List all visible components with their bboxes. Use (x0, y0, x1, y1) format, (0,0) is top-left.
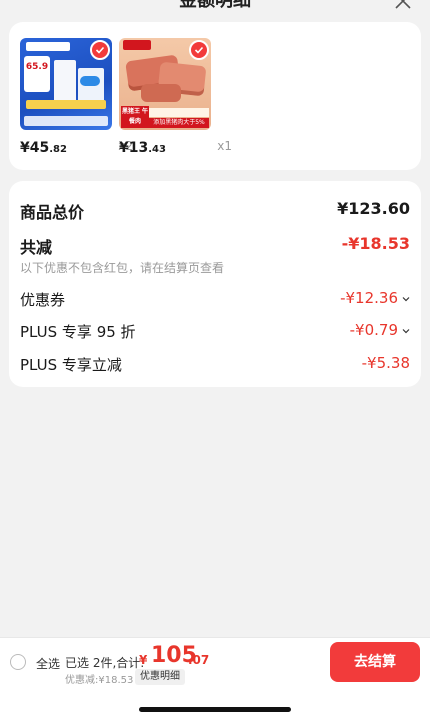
price-summary-card: 商品总价 ¥123.60 共减 -¥18.53 以下优惠不包含红包，请在结算页查… (9, 181, 421, 387)
image-banner: 添加黑猪肉大于5% (149, 118, 209, 128)
image-sublabel (149, 108, 209, 117)
plus95-value-wrap: -¥0.79 (350, 321, 410, 339)
product-box-shape (54, 60, 76, 104)
home-indicator[interactable] (139, 707, 291, 712)
total-reduce-label: 共减 (20, 238, 53, 257)
plus95-row[interactable]: PLUS 专享 95 折 -¥0.79 (20, 321, 410, 343)
selected-count-text: 已选 2件,合计: (65, 656, 145, 670)
brand-wave-shape (80, 76, 100, 86)
sheet-title: 金额明细 (179, 0, 251, 11)
discount-amount-text: 优惠减:¥18.53 (65, 675, 134, 686)
discount-note: 以下优惠不包含红包，请在结算页查看 (20, 261, 225, 275)
check-icon[interactable] (189, 40, 209, 60)
promo-bar (24, 116, 108, 126)
product-price: ¥13.43 (119, 140, 166, 156)
coupon-value-wrap: -¥12.36 (340, 289, 410, 307)
goods-total-value: ¥123.60 (337, 199, 410, 218)
products-card: 65.9 ¥45.82 x2 黑猪王 午餐肉 添加黑猪肉大于5% ¥13.43 … (9, 22, 421, 170)
product-price: ¥45.82 (20, 140, 67, 156)
coupon-label: 优惠券 (20, 291, 66, 309)
product-image[interactable]: 黑猪王 午餐肉 添加黑猪肉大于5% (119, 38, 211, 130)
total-amount-dec: .07 (188, 653, 210, 667)
total-reduce-row: 共减 -¥18.53 (20, 234, 410, 257)
checkout-button[interactable]: 去结算 (330, 642, 420, 682)
price-row: ¥45.82 x2 (20, 137, 133, 156)
check-icon[interactable] (90, 40, 110, 60)
plus-reduce-label: PLUS 专享立减 (20, 356, 122, 374)
product-image[interactable]: 65.9 (20, 38, 112, 130)
close-icon[interactable] (394, 0, 412, 10)
checkout-bar: 全选 已选 2件,合计: ¥ 105 .07 优惠减:¥18.53 优惠明细 去… (0, 637, 430, 720)
promo-strip (26, 100, 106, 109)
brand-tag (26, 42, 70, 51)
goods-total-label: 商品总价 (20, 203, 85, 222)
goods-total-row: 商品总价 ¥123.60 (20, 199, 410, 222)
image-price-text: 65.9 (25, 62, 49, 72)
total-currency: ¥ (139, 653, 148, 667)
plus95-label: PLUS 专享 95 折 (20, 323, 136, 341)
total-reduce-value: -¥18.53 (341, 234, 410, 253)
coupon-row[interactable]: 优惠券 -¥12.36 (20, 289, 410, 311)
chevron-down-icon[interactable] (402, 295, 410, 303)
chevron-down-icon[interactable] (402, 327, 410, 335)
plus-reduce-value: -¥5.38 (361, 354, 410, 372)
product-item[interactable]: 65.9 ¥45.82 x2 (20, 38, 133, 156)
image-label: 黑猪王 午餐肉 (121, 106, 149, 128)
price-row: ¥13.43 x1 (119, 137, 232, 156)
coupon-value: -¥12.36 (340, 289, 398, 307)
discount-detail-button[interactable]: 优惠明细 (135, 669, 185, 685)
plus95-value: -¥0.79 (349, 321, 398, 339)
plus-reduce-row: PLUS 专享立减 -¥5.38 (20, 354, 410, 376)
brand-tag (123, 40, 151, 50)
product-qty: x1 (217, 139, 232, 153)
product-item[interactable]: 黑猪王 午餐肉 添加黑猪肉大于5% ¥13.43 x1 (119, 38, 232, 156)
select-all-radio[interactable] (10, 654, 26, 670)
meat-slice-shape (141, 84, 181, 102)
select-all-label[interactable]: 全选 (36, 655, 60, 672)
